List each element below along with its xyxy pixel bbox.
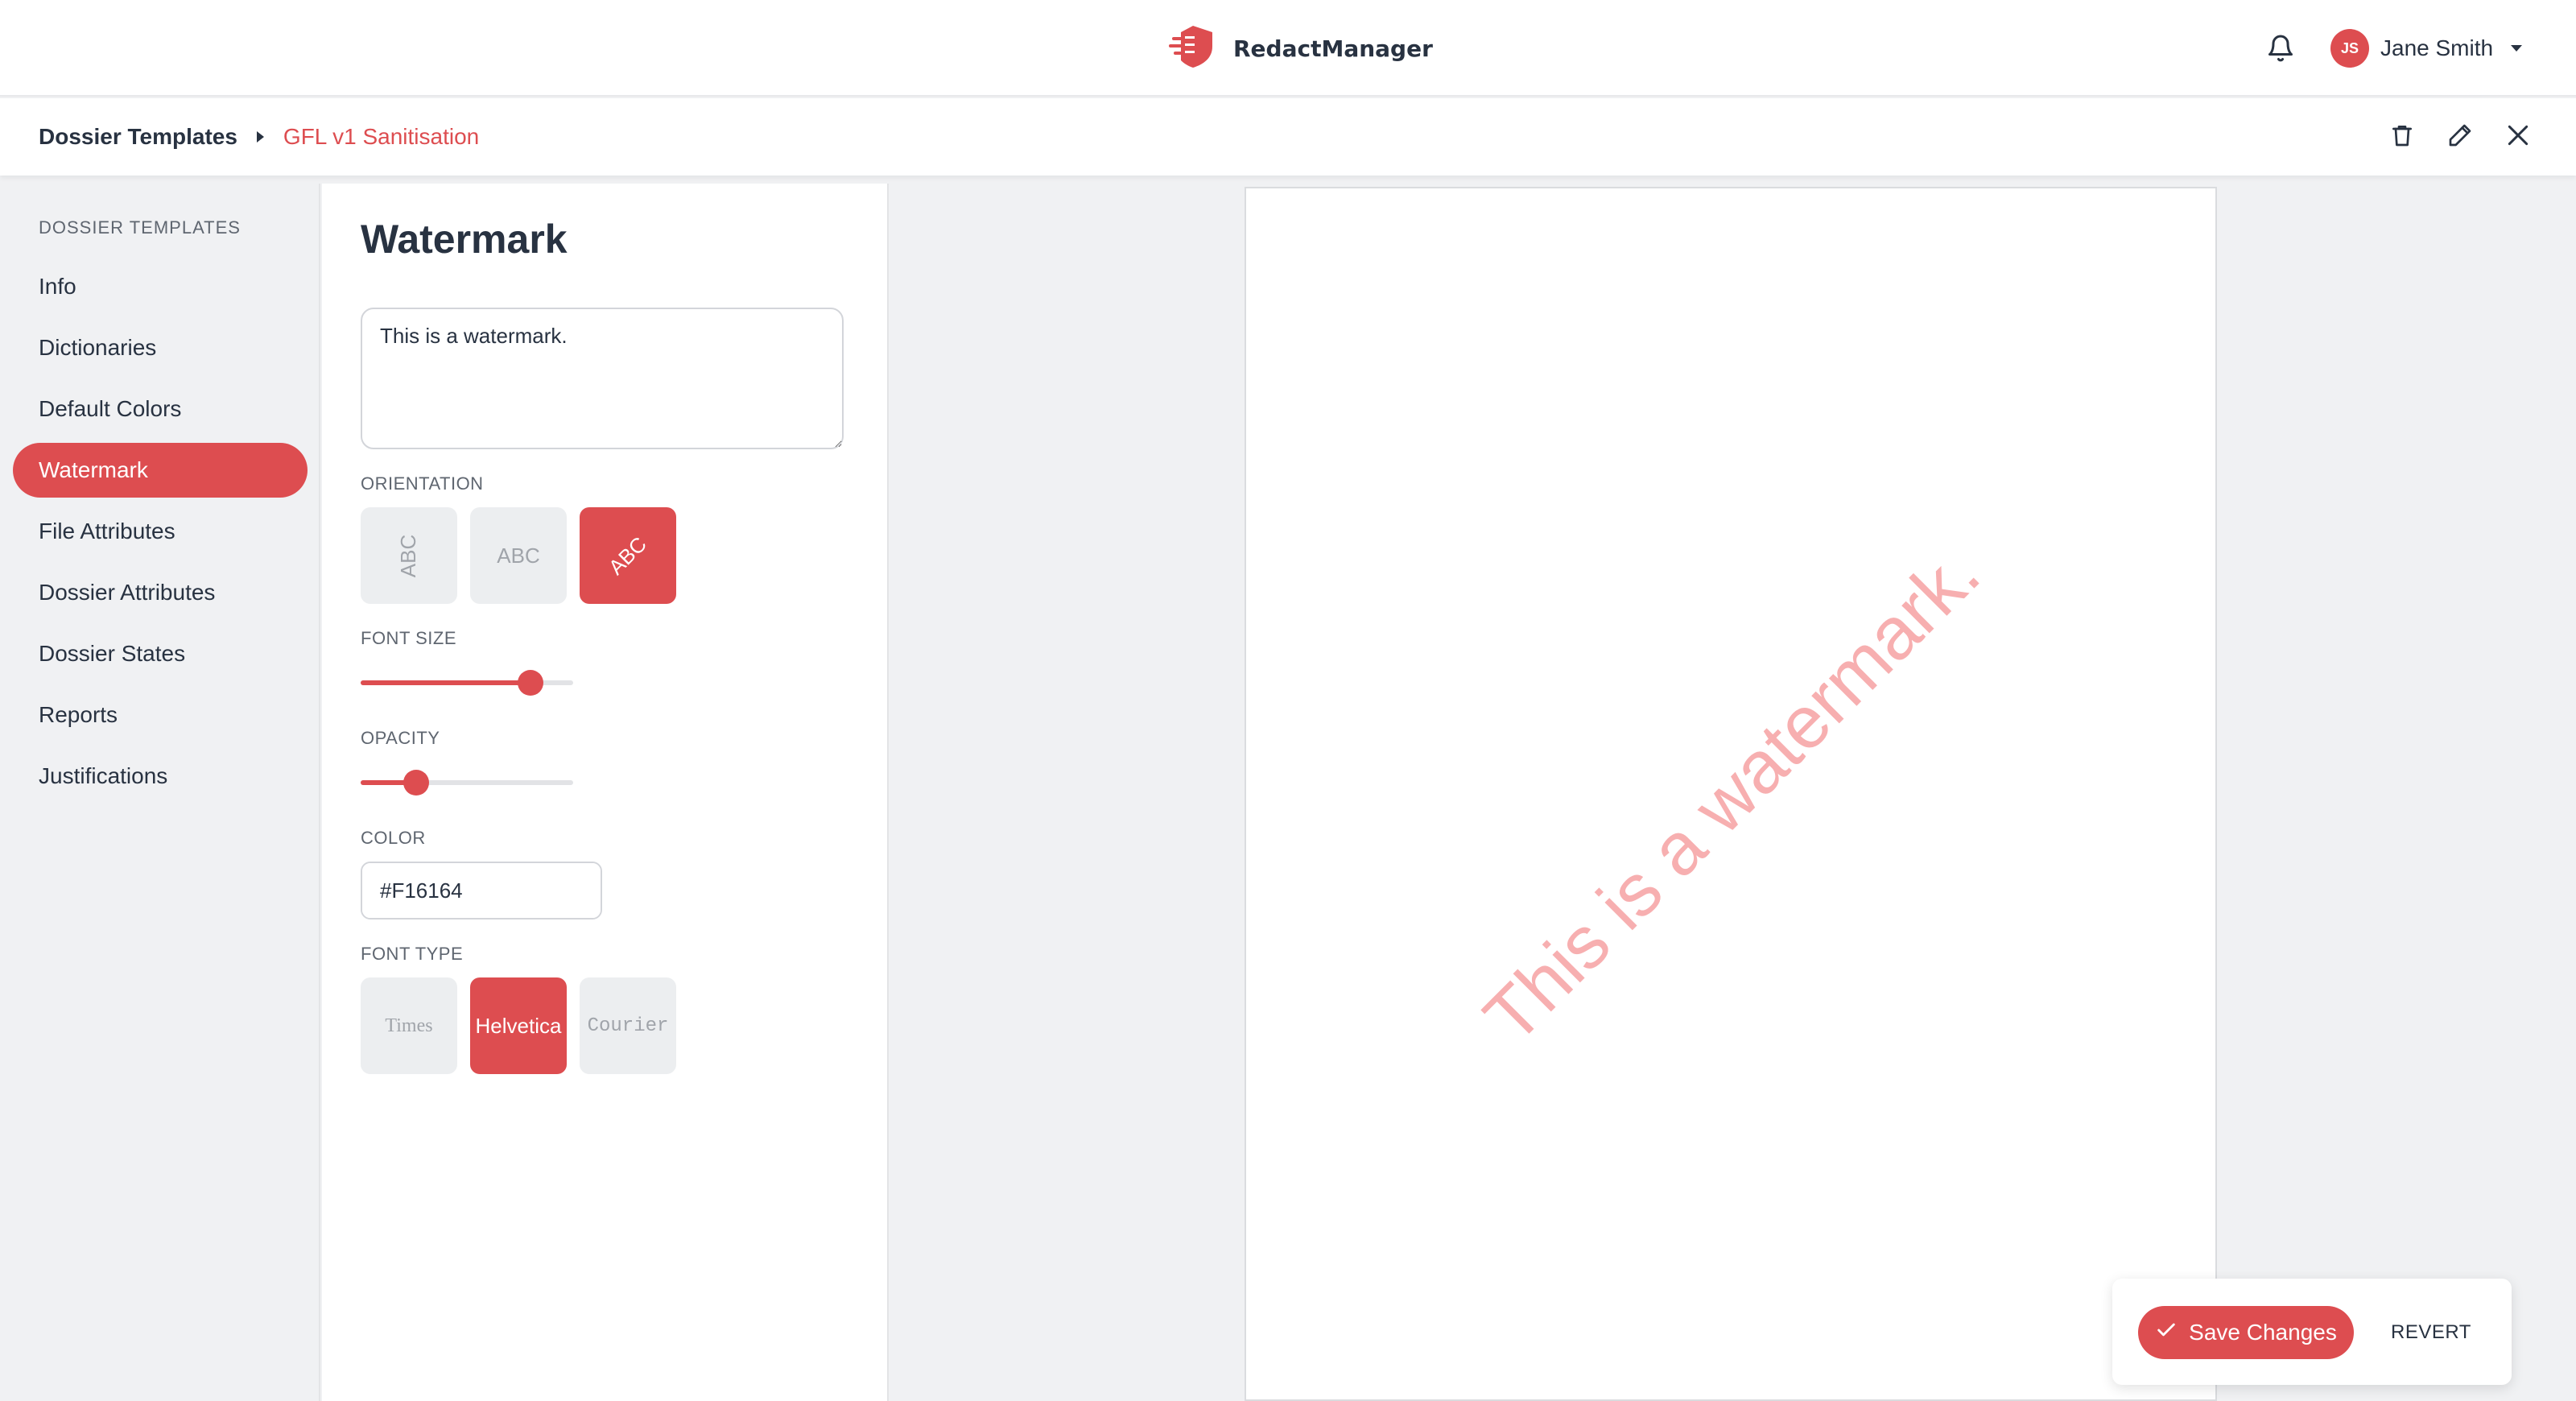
sidebar-item-dossier-attributes[interactable]: Dossier Attributes [13,565,308,620]
save-button[interactable]: Save Changes [2138,1306,2354,1359]
breadcrumb: Dossier Templates GFL v1 Sanitisation [39,98,479,176]
watermark-preview-text: This is a watermark. [1468,531,1996,1059]
orientation-horizontal-option[interactable]: ABC [470,507,567,604]
sidebar: DOSSIER TEMPLATES Info Dictionaries Defa… [0,184,320,1401]
app-name: RedactManager [1233,35,1433,62]
page-title: Watermark [361,217,568,262]
close-icon [2505,122,2531,152]
watermark-text-input[interactable]: This is a watermark. [361,308,844,449]
save-bar: Save Changes REVERT [2112,1279,2512,1385]
shield-logo-icon [1169,24,1217,73]
color-picker [361,862,602,920]
chevron-down-icon [2511,45,2523,52]
color-label: COLOR [361,828,426,848]
sidebar-item-dossier-states[interactable]: Dossier States [13,626,308,681]
chevron-right-icon [256,131,264,143]
font-size-label: FONT SIZE [361,628,456,648]
slider-thumb[interactable] [402,770,429,796]
sidebar-item-reports[interactable]: Reports [13,688,308,742]
sidebar-item-info[interactable]: Info [13,259,308,314]
avatar: JS [2330,29,2369,68]
font-type-options: Times Helvetica Courier [361,977,676,1074]
user-name: Jane Smith [2380,35,2494,60]
orientation-vertical-label: ABC [396,534,421,577]
orientation-diagonal-label: ABC [604,531,652,580]
sidebar-item-justifications[interactable]: Justifications [13,749,308,804]
user-menu[interactable]: JS Jane Smith [2330,29,2523,68]
sidebar-title: DOSSIER TEMPLATES [39,217,241,238]
breadcrumb-dossier-templates[interactable]: Dossier Templates [39,124,237,150]
template-actions [2383,118,2537,156]
pencil-icon [2447,122,2473,152]
edit-button[interactable] [2441,118,2479,156]
sidebar-nav: Info Dictionaries Default Colors Waterma… [13,259,308,810]
delete-button[interactable] [2383,118,2421,156]
font-courier-option[interactable]: Courier [580,977,676,1074]
slider-fill [361,680,531,685]
font-size-slider[interactable] [361,667,573,699]
orientation-horizontal-label: ABC [497,543,540,568]
opacity-label: OPACITY [361,728,440,748]
orientation-diagonal-option[interactable]: ABC [580,507,676,604]
watermark-settings-panel: Watermark This is a watermark. ORIENTATI… [322,184,889,1401]
color-hex-input[interactable] [362,863,601,918]
check-icon [2155,1319,2178,1347]
breadcrumb-bar: Dossier Templates GFL v1 Sanitisation [0,98,2576,176]
revert-button[interactable]: REVERT [2391,1306,2471,1359]
orientation-label: ORIENTATION [361,473,484,494]
sidebar-item-default-colors[interactable]: Default Colors [13,382,308,436]
opacity-slider[interactable] [361,767,573,799]
font-times-option[interactable]: Times [361,977,457,1074]
save-button-label: Save Changes [2189,1320,2337,1345]
trash-icon [2389,122,2415,152]
font-helvetica-option[interactable]: Helvetica [470,977,567,1074]
top-bar: RedactManager JS Jane Smith [0,0,2576,97]
slider-thumb[interactable] [518,670,544,696]
orientation-vertical-option[interactable]: ABC [361,507,457,604]
sidebar-item-watermark[interactable]: Watermark [13,443,308,498]
bell-icon[interactable] [2266,34,2295,63]
document-preview-page: This is a watermark. [1245,187,2217,1401]
sidebar-item-file-attributes[interactable]: File Attributes [13,504,308,559]
orientation-options: ABC ABC ABC [361,507,676,604]
breadcrumb-current[interactable]: GFL v1 Sanitisation [283,124,479,150]
close-button[interactable] [2499,118,2537,156]
font-type-label: FONT TYPE [361,944,464,964]
sidebar-item-dictionaries[interactable]: Dictionaries [13,320,308,375]
brand[interactable]: RedactManager [1169,23,1433,74]
